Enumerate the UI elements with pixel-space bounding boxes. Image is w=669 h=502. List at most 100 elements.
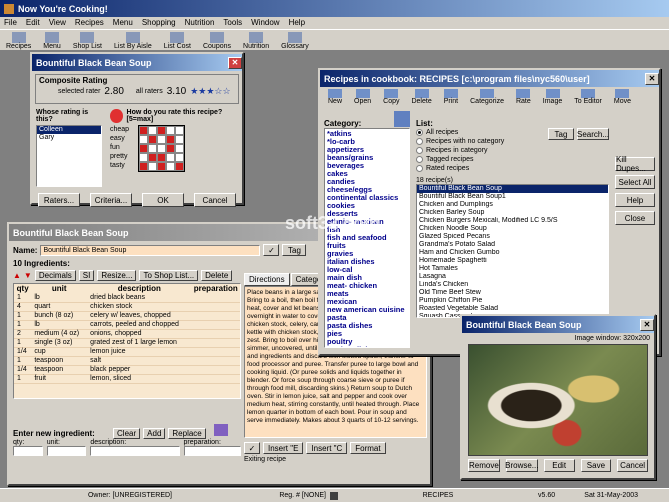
- close-icon[interactable]: ✕: [228, 56, 242, 69]
- recipe-list-item[interactable]: Chicken Barley Soup: [417, 209, 608, 217]
- rating-cancel-button[interactable]: Cancel: [194, 193, 236, 207]
- column-header-unit[interactable]: unit: [31, 284, 87, 293]
- rating-grid[interactable]: [138, 125, 185, 172]
- recipes-tool-categorize[interactable]: Categorize: [470, 89, 504, 107]
- table-row[interactable]: 1 lb carrots, peeled and chopped: [14, 320, 240, 330]
- category-item[interactable]: cookies: [325, 202, 409, 210]
- tab-directions[interactable]: Directions: [244, 273, 290, 286]
- category-item[interactable]: meats: [325, 290, 409, 298]
- recipes-tool-open[interactable]: Open: [354, 89, 371, 107]
- menu-item-help[interactable]: Help: [289, 18, 305, 27]
- recipes-tool-print[interactable]: Print: [444, 89, 458, 107]
- rating-cell[interactable]: [175, 162, 184, 171]
- category-item[interactable]: poultry: [325, 338, 409, 346]
- menu-item-menu[interactable]: Menu: [113, 18, 133, 27]
- table-row[interactable]: 4 quart chicken stock: [14, 302, 240, 312]
- image-cancel-button[interactable]: Cancel: [617, 459, 648, 472]
- rating-cell[interactable]: [139, 144, 148, 153]
- category-item[interactable]: meat- chicken: [325, 282, 409, 290]
- column-header-qty[interactable]: qty: [14, 284, 31, 293]
- recipes-tool-new[interactable]: New: [328, 89, 342, 107]
- table-row[interactable]: 1 teaspoon salt: [14, 356, 240, 366]
- recipe-list-item[interactable]: Chicken Noodle Soup: [417, 225, 608, 233]
- toolbar-nutrition[interactable]: Nutrition: [243, 30, 269, 50]
- recipes-tool-move[interactable]: Move: [614, 89, 631, 107]
- description-select[interactable]: [90, 446, 180, 456]
- rating-cell[interactable]: [166, 144, 175, 153]
- side-selectall-button[interactable]: Select All: [615, 175, 655, 189]
- category-item[interactable]: pasta: [325, 314, 409, 322]
- rating-cell[interactable]: [157, 135, 166, 144]
- tag-button[interactable]: Tag: [548, 128, 574, 140]
- table-row[interactable]: 1 lb dried black beans: [14, 293, 240, 303]
- rating-cell[interactable]: [139, 162, 148, 171]
- category-item[interactable]: gravies: [325, 250, 409, 258]
- side-help-button[interactable]: Help: [615, 193, 655, 207]
- recipe-list-item[interactable]: Roasted Vegetable Salad: [417, 305, 608, 313]
- rating-raters-button[interactable]: Raters...: [38, 193, 80, 207]
- rating-cell[interactable]: [148, 135, 157, 144]
- category-item[interactable]: candies: [325, 178, 409, 186]
- tag-button[interactable]: Tag: [282, 244, 307, 256]
- category-item[interactable]: continental classics: [325, 194, 409, 202]
- table-row[interactable]: 1/4 cup lemon juice: [14, 347, 240, 357]
- list-radio[interactable]: Rated recipes: [416, 164, 504, 173]
- rater-item[interactable]: Colleen: [37, 126, 101, 134]
- column-header-description[interactable]: description: [87, 284, 191, 293]
- list-radio[interactable]: All recipes: [416, 128, 504, 137]
- spell-button[interactable]: ✓: [244, 442, 260, 454]
- radio-icon[interactable]: [416, 129, 423, 136]
- rating-ok-button[interactable]: OK: [142, 193, 184, 207]
- toolbar-coupons[interactable]: Coupons: [203, 30, 231, 50]
- rating-cell[interactable]: [175, 135, 184, 144]
- move-down-icon[interactable]: ▼: [24, 271, 32, 280]
- recipe-list-item[interactable]: Hot Tamales: [417, 265, 608, 273]
- rater-item[interactable]: Gary: [37, 134, 101, 142]
- ingredient-decimals-button[interactable]: Decimals: [34, 270, 76, 281]
- table-row[interactable]: 1/4 teaspoon black pepper: [14, 365, 240, 375]
- insert-button[interactable]: Format: [350, 442, 386, 454]
- ingredient-clear-button[interactable]: Clear: [113, 428, 141, 439]
- raters-list[interactable]: Colleen Gary: [36, 125, 102, 187]
- menu-item-recipes[interactable]: Recipes: [75, 18, 104, 27]
- rating-cell[interactable]: [175, 144, 184, 153]
- category-item[interactable]: cakes: [325, 170, 409, 178]
- recipe-list-item[interactable]: Ham and Chicken Gumbo: [417, 249, 608, 257]
- radio-icon[interactable]: [416, 156, 423, 163]
- table-row[interactable]: 1 bunch (8 oz) celery w/ leaves, chopped: [14, 311, 240, 321]
- side-killdupes-button[interactable]: Kill Dupes...: [615, 155, 655, 173]
- category-tool-icon[interactable]: [394, 111, 410, 127]
- recipes-tool-rate[interactable]: Rate: [516, 89, 531, 107]
- rating-cell[interactable]: [175, 153, 184, 162]
- table-row[interactable]: 1 single (3 oz) grated zest of 1 large lem…: [14, 338, 240, 348]
- recipe-list[interactable]: Bountiful Black Bean Soup Bountiful Black…: [416, 184, 609, 318]
- category-item[interactable]: appetizers: [325, 146, 409, 154]
- category-item[interactable]: main dish: [325, 274, 409, 282]
- preparation-select[interactable]: [183, 446, 241, 456]
- menu-item-nutrition[interactable]: Nutrition: [185, 18, 215, 27]
- category-item[interactable]: *atkins: [325, 130, 409, 138]
- recipe-list-item[interactable]: Old Time Beef Stew: [417, 289, 608, 297]
- table-row[interactable]: 1 fruit lemon, sliced: [14, 374, 240, 384]
- move-up-icon[interactable]: ▲: [13, 271, 21, 280]
- menu-item-shopping[interactable]: Shopping: [142, 18, 176, 27]
- recipe-list-item[interactable]: Grandma's Potato Salad: [417, 241, 608, 249]
- image-browse-button[interactable]: Browse...: [505, 459, 538, 472]
- category-item[interactable]: fish and seafood: [325, 234, 409, 242]
- rating-criteria-button[interactable]: Criteria...: [90, 193, 132, 207]
- recipes-tool-copy[interactable]: Copy: [383, 89, 399, 107]
- unit-select[interactable]: [46, 446, 87, 456]
- rating-cell[interactable]: [148, 144, 157, 153]
- recipe-list-item[interactable]: Lasagna: [417, 273, 608, 281]
- recipe-list-item[interactable]: Pumpkin Chiffon Pie: [417, 297, 608, 305]
- menu-item-file[interactable]: File: [4, 18, 17, 27]
- recipe-list-item[interactable]: Bountiful Black Bean Soup: [417, 185, 608, 193]
- table-row[interactable]: 2 medium (4 oz) onions, chopped: [14, 329, 240, 339]
- toolbar-menu[interactable]: Menu: [43, 30, 61, 50]
- category-item[interactable]: pasta dishes: [325, 322, 409, 330]
- menu-item-window[interactable]: Window: [251, 18, 279, 27]
- recipe-list-item[interactable]: Glazed Spiced Pecans: [417, 233, 608, 241]
- category-item[interactable]: *lo-carb: [325, 138, 409, 146]
- ingredient-toshoplist-button[interactable]: To Shop List...: [139, 270, 199, 281]
- ingredient-delete-button[interactable]: Delete: [201, 270, 233, 281]
